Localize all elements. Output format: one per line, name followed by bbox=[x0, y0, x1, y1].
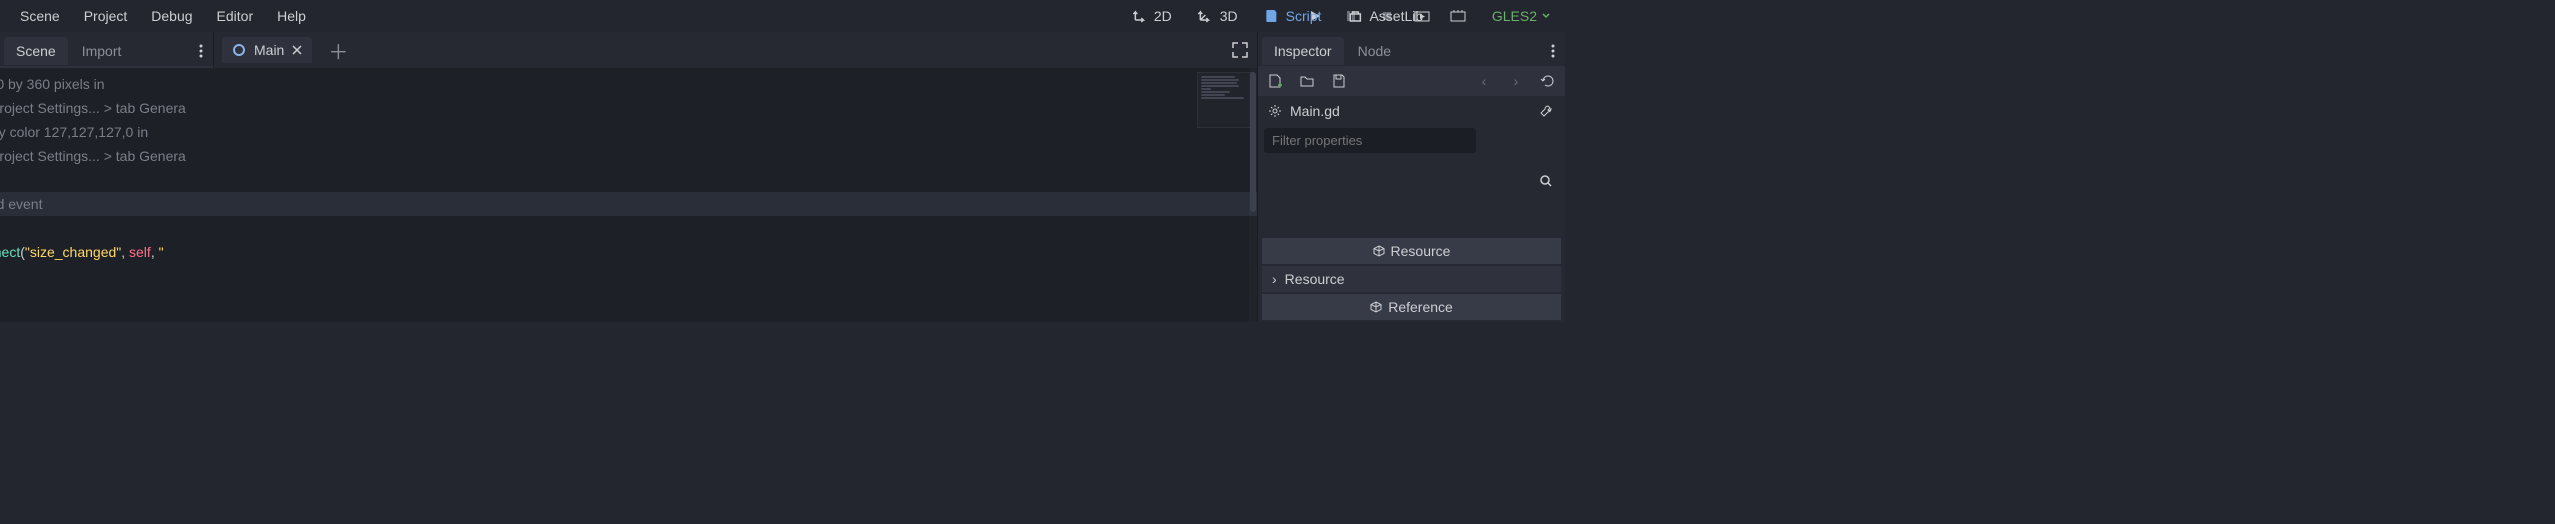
inspector-dock-tabs: Inspector Node bbox=[1258, 32, 1565, 66]
workspace-2d[interactable]: 2D bbox=[1124, 4, 1180, 28]
menu-scene[interactable]: Scene bbox=[8, 4, 72, 28]
renderer-select[interactable]: GLES2 bbox=[1486, 8, 1557, 24]
assetlib-icon bbox=[1347, 8, 1363, 24]
load-resource-icon[interactable] bbox=[1298, 72, 1316, 90]
section-reference[interactable]: Reference bbox=[1262, 294, 1561, 320]
script-tab-bar: Main ＋ bbox=[214, 32, 1257, 68]
chevron-down-icon bbox=[1541, 11, 1551, 21]
script-editor: Main ＋ File Search Edit Go To Debug bbox=[214, 32, 1257, 322]
history-icon[interactable] bbox=[1539, 72, 1557, 90]
tab-import[interactable]: Import bbox=[70, 37, 134, 65]
vertical-scrollbar[interactable] bbox=[1249, 68, 1257, 322]
inspector-toolbar: ‹ › bbox=[1258, 66, 1565, 96]
section-resource-expand-label: Resource bbox=[1285, 271, 1345, 287]
code-area[interactable]: # Set the window size to 640 by 360 pixe… bbox=[0, 68, 1257, 322]
workspace-3d-label: 3D bbox=[1220, 8, 1238, 24]
transform-3d-icon bbox=[1198, 8, 1214, 24]
distraction-free-icon[interactable] bbox=[1231, 41, 1249, 59]
gear-icon bbox=[1268, 104, 1282, 118]
menu-editor[interactable]: Editor bbox=[205, 4, 266, 28]
tab-node[interactable]: Node bbox=[1346, 37, 1403, 65]
menu-debug[interactable]: Debug bbox=[139, 4, 204, 28]
dock-options-icon[interactable] bbox=[1545, 44, 1561, 58]
workspace-script[interactable]: Script bbox=[1256, 4, 1330, 28]
close-icon[interactable] bbox=[292, 45, 302, 55]
workspace-3d[interactable]: 3D bbox=[1190, 4, 1246, 28]
script-icon bbox=[1264, 8, 1280, 24]
menu-help[interactable]: Help bbox=[265, 4, 318, 28]
cube-icon bbox=[1370, 301, 1382, 313]
dock-options-icon[interactable] bbox=[193, 44, 209, 58]
tab-inspector[interactable]: Inspector bbox=[1262, 37, 1344, 65]
tool-icon[interactable] bbox=[1537, 102, 1555, 120]
section-resource-label: Resource bbox=[1391, 243, 1451, 259]
section-resource-expand[interactable]: › Resource bbox=[1262, 266, 1561, 292]
menubar-left: Scene Project Debug Editor Help bbox=[8, 4, 318, 28]
save-resource-icon[interactable] bbox=[1330, 72, 1348, 90]
transform-2d-icon bbox=[1132, 8, 1148, 24]
workspace-assetlib[interactable]: AssetLib bbox=[1339, 4, 1431, 28]
cube-icon bbox=[1373, 245, 1385, 257]
inspector-dock: Inspector Node ‹ › Main.gd bbox=[1257, 32, 1565, 322]
section-reference-label: Reference bbox=[1388, 299, 1453, 315]
add-script-tab-icon[interactable]: ＋ bbox=[322, 36, 354, 65]
code-editor[interactable]: 567891011 ⌄12 # Set the window size to 6… bbox=[0, 68, 1257, 322]
chevron-right-icon: › bbox=[1272, 271, 1277, 287]
script-tab-main[interactable]: Main bbox=[222, 37, 312, 63]
tab-scene[interactable]: Scene bbox=[4, 37, 68, 65]
scene-dock-tabs: Scene Import bbox=[0, 32, 213, 66]
filter-properties-input[interactable] bbox=[1264, 128, 1476, 153]
play-custom-scene-icon[interactable] bbox=[1450, 7, 1468, 25]
renderer-label: GLES2 bbox=[1492, 8, 1537, 24]
workspace-2d-label: 2D bbox=[1154, 8, 1172, 24]
node-icon bbox=[232, 43, 246, 57]
inspector-target-label: Main.gd bbox=[1290, 103, 1340, 119]
workspace-assetlib-label: AssetLib bbox=[1369, 8, 1423, 24]
inspector-target: Main.gd bbox=[1258, 96, 1565, 126]
section-resource[interactable]: Resource bbox=[1262, 238, 1561, 264]
main-menubar: Scene Project Debug Editor Help 2D 3D Sc… bbox=[0, 0, 1565, 32]
menu-project[interactable]: Project bbox=[72, 4, 140, 28]
history-forward-icon[interactable]: › bbox=[1507, 72, 1525, 90]
minimap[interactable] bbox=[1197, 72, 1253, 128]
new-resource-icon[interactable] bbox=[1266, 72, 1284, 90]
workspace-tabs: 2D 3D Script AssetLib bbox=[1124, 4, 1431, 28]
script-tab-label: Main bbox=[254, 42, 284, 58]
workspace-script-label: Script bbox=[1286, 8, 1322, 24]
search-icon[interactable] bbox=[1539, 174, 1553, 188]
history-back-icon[interactable]: ‹ bbox=[1475, 72, 1493, 90]
